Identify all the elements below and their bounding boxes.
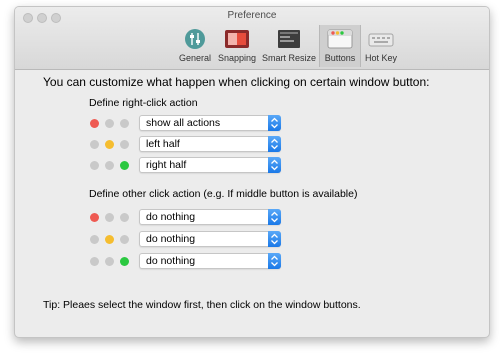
select-arrows-icon <box>268 136 281 152</box>
close-button-indicator <box>90 235 99 244</box>
minimize-button-indicator <box>105 257 114 266</box>
tab-smart-resize[interactable]: Smart Resize <box>261 25 317 67</box>
tab-buttons[interactable]: Buttons <box>319 25 361 67</box>
minimize-button-indicator <box>105 161 114 170</box>
select-arrows-icon <box>268 209 281 225</box>
zoom-button-indicator <box>120 140 129 149</box>
window-title: Preference <box>227 10 277 21</box>
close-button-indicator <box>90 140 99 149</box>
tab-general-label: General <box>178 53 212 63</box>
minimize-button-indicator <box>105 213 114 222</box>
select-arrows-icon <box>268 115 281 131</box>
sliders-icon <box>185 29 205 49</box>
select-value: show all actions <box>146 117 221 129</box>
other-click-minimize-select[interactable]: do nothing <box>139 231 281 247</box>
zoom-button-indicator <box>120 235 129 244</box>
tip-text: Tip: Pleaes select the window first, the… <box>43 299 361 311</box>
select-value: do nothing <box>146 233 196 245</box>
preference-window: Preference General Snapping Smart Resize… <box>14 6 490 338</box>
other-click-zoom-select[interactable]: do nothing <box>139 253 281 269</box>
page-heading: You can customize what happen when click… <box>43 75 430 89</box>
select-arrows-icon <box>268 253 281 269</box>
select-value: right half <box>146 159 187 171</box>
tab-general[interactable]: General <box>177 25 213 67</box>
keyboard-icon <box>368 33 394 47</box>
minimize-button-indicator <box>105 119 114 128</box>
tab-buttons-label: Buttons <box>324 53 356 63</box>
minimize-button-indicator <box>105 140 114 149</box>
toolbar: Preference General Snapping Smart Resize… <box>15 7 489 70</box>
right-click-minimize-select[interactable]: left half <box>139 136 281 152</box>
tab-snapping[interactable]: Snapping <box>215 25 259 67</box>
select-value: do nothing <box>146 255 196 267</box>
zoom-button-indicator <box>120 213 129 222</box>
close-button-indicator <box>90 161 99 170</box>
close-button-indicator <box>90 257 99 266</box>
zoom-button-indicator <box>120 119 129 128</box>
close-button-indicator <box>90 213 99 222</box>
select-value: left half <box>146 138 180 150</box>
other-click-section-title: Define other click action (e.g. If middl… <box>89 188 358 200</box>
buttons-icon <box>327 29 353 49</box>
tab-snapping-label: Snapping <box>217 53 257 63</box>
minimize-button-indicator <box>105 235 114 244</box>
select-value: do nothing <box>146 211 196 223</box>
other-click-close-select[interactable]: do nothing <box>139 209 281 225</box>
snapping-icon <box>225 30 249 48</box>
zoom-button-indicator <box>120 257 129 266</box>
close-button-indicator <box>90 119 99 128</box>
smart-resize-icon <box>278 30 300 48</box>
right-click-close-select[interactable]: show all actions <box>139 115 281 131</box>
right-click-section-title: Define right-click action <box>89 97 198 109</box>
tab-hot-key-label: Hot Key <box>364 53 397 63</box>
zoom-button-indicator <box>120 161 129 170</box>
select-arrows-icon <box>268 157 281 173</box>
tab-smart-resize-label: Smart Resize <box>261 53 316 63</box>
right-click-zoom-select[interactable]: right half <box>139 157 281 173</box>
select-arrows-icon <box>268 231 281 247</box>
tab-hot-key[interactable]: Hot Key <box>361 25 401 67</box>
